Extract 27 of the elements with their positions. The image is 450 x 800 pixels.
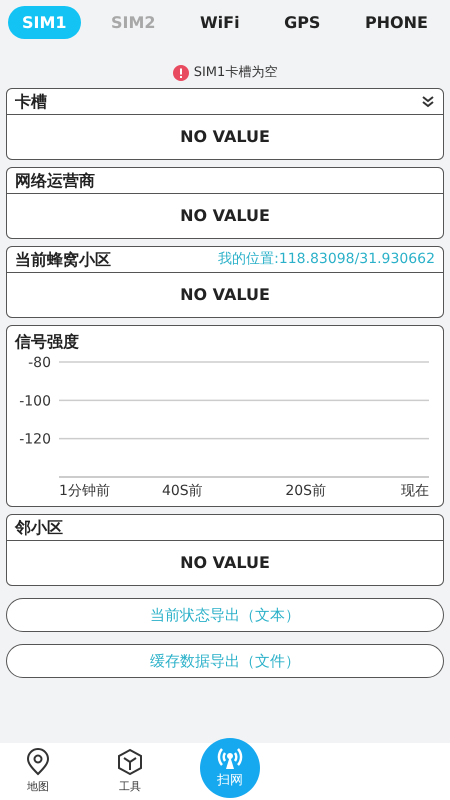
card-value: NO VALUE: [180, 552, 270, 574]
card-title: 网络运营商: [15, 170, 95, 192]
card-value: NO VALUE: [180, 205, 270, 227]
notice-text: SIM1卡槽为空: [194, 64, 278, 82]
card-title: 卡槽: [15, 90, 47, 112]
error-icon: [172, 65, 189, 81]
nav-item[interactable]: 地图: [0, 743, 76, 800]
tab[interactable]: PHONE: [350, 6, 442, 39]
card-value: NO VALUE: [180, 126, 270, 148]
double-chevron-icon[interactable]: [421, 94, 435, 108]
card-title: 信号强度: [15, 332, 79, 351]
location-text: 我的位置:118.83098/31.930662: [218, 250, 435, 269]
tab[interactable]: GPS: [270, 6, 334, 39]
cube-icon: [117, 748, 143, 776]
x-tick-label: 现在: [401, 483, 429, 499]
tab[interactable]: WiFi: [186, 6, 254, 39]
y-tick-label: -100: [19, 393, 51, 410]
x-tick-label: 20S前: [285, 483, 326, 499]
x-tick-label: 40S前: [162, 483, 203, 499]
card-value: NO VALUE: [180, 284, 270, 306]
location-pin-icon: [25, 748, 51, 776]
y-tick-label: -80: [28, 355, 51, 371]
y-tick-label: -120: [19, 432, 51, 448]
card-title: 邻小区: [15, 516, 63, 538]
card-title: 当前蜂窝小区: [15, 248, 111, 270]
nav-item[interactable]: 工具: [92, 743, 168, 800]
x-tick-label: 1分钟前: [59, 483, 110, 499]
